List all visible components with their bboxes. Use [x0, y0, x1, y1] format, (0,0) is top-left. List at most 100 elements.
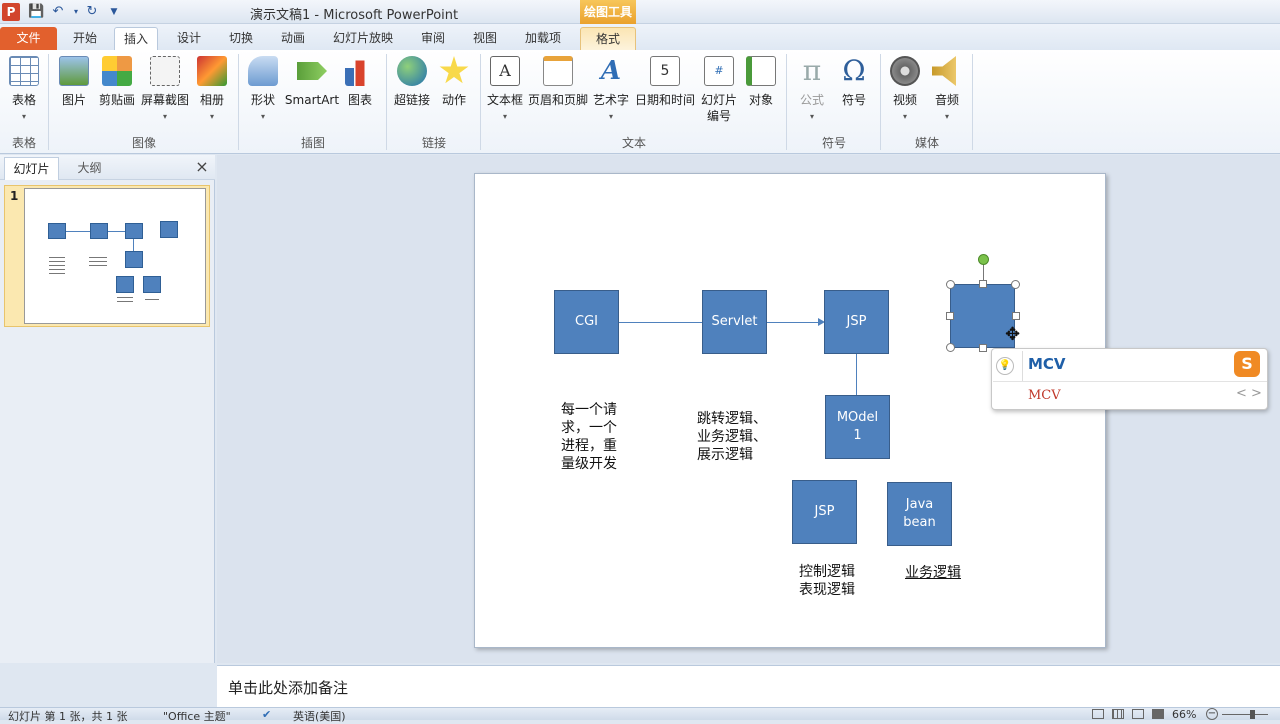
undo-dropdown-icon[interactable]: ▾ — [68, 4, 84, 20]
ime-input-text[interactable]: MCV — [1028, 355, 1066, 373]
close-icon[interactable]: × — [193, 158, 211, 176]
slide-thumbnail[interactable] — [24, 188, 206, 324]
connector-line[interactable] — [619, 322, 703, 323]
resize-handle[interactable] — [946, 312, 954, 320]
zoom-level[interactable]: 66% — [1172, 708, 1196, 721]
globe-link-icon — [397, 56, 427, 86]
tab-view[interactable]: 视图 — [462, 27, 508, 50]
redo-icon[interactable]: ↻ — [84, 4, 100, 20]
tab-slideshow[interactable]: 幻灯片放映 — [322, 27, 404, 50]
date-time-button[interactable]: 5 日期和时间 — [635, 54, 695, 128]
thumb-shape — [116, 276, 134, 293]
thumb-shape — [90, 223, 108, 239]
slideshow-view-icon[interactable] — [1152, 709, 1164, 719]
symbol-button[interactable]: Ω 符号 — [838, 54, 870, 128]
tab-addins[interactable]: 加载项 — [514, 27, 572, 50]
ribbon: 表格 ▾ 表格 图片 剪贴画 屏幕截图 ▾ 相册 ▾ 图像 形状 ▾ Smart… — [0, 50, 1280, 154]
connector-arrow[interactable] — [767, 322, 821, 323]
calendar-icon: 5 — [650, 56, 680, 86]
save-icon[interactable]: 💾 — [28, 4, 44, 20]
tab-format[interactable]: 格式 — [580, 27, 636, 50]
resize-handle[interactable] — [979, 344, 987, 352]
ime-page-nav[interactable]: < > — [1236, 386, 1262, 401]
thumb-shape — [125, 223, 143, 239]
shape-cgi[interactable]: CGI — [554, 290, 619, 354]
chevron-down-icon: ▾ — [902, 112, 907, 121]
smartart-button[interactable]: SmartArt — [285, 54, 339, 128]
chart-button[interactable]: 图表 — [342, 54, 378, 128]
ime-candidate-window: 💡 MCV S MCV < > — [991, 348, 1268, 410]
caption-servlet[interactable]: 跳转逻辑、 业务逻辑、 展示逻辑 — [697, 410, 767, 464]
undo-icon[interactable]: ↶ — [50, 4, 66, 20]
resize-handle[interactable] — [1012, 312, 1020, 320]
speaker-icon — [932, 56, 956, 86]
video-button[interactable]: 视频 ▾ — [888, 54, 922, 128]
language-status[interactable]: 英语(美国) — [293, 708, 346, 724]
powerpoint-app-icon[interactable]: P — [2, 3, 20, 21]
reading-view-icon[interactable] — [1132, 709, 1144, 719]
sogou-logo-icon[interactable]: S — [1234, 351, 1260, 377]
tab-file[interactable]: 文件 — [0, 27, 57, 50]
textbox-icon: A — [490, 56, 520, 86]
shape-jsp-top[interactable]: JSP — [824, 290, 889, 354]
shapes-button[interactable]: 形状 ▾ — [246, 54, 280, 128]
slide-canvas[interactable]: CGI Servlet JSP MOdel 1 JSP Java bean ✥ … — [474, 173, 1106, 648]
customize-toolbar-icon[interactable]: ▼ — [106, 4, 122, 20]
zoom-slider[interactable] — [1222, 714, 1268, 715]
tab-home[interactable]: 开始 — [62, 27, 108, 50]
slide-number-button[interactable]: # 幻灯片 编号 — [700, 54, 738, 128]
chevron-down-icon: ▾ — [944, 112, 949, 121]
resize-handle[interactable] — [946, 343, 955, 352]
table-button[interactable]: 表格 ▾ — [4, 54, 44, 128]
spellcheck-icon[interactable]: ✔ — [262, 708, 271, 721]
action-button[interactable]: 动作 — [438, 54, 470, 128]
object-button[interactable]: 对象 — [746, 54, 776, 128]
tab-slides[interactable]: 幻灯片 — [4, 157, 59, 180]
resize-handle[interactable] — [979, 280, 987, 288]
hyperlink-button[interactable]: 超链接 — [394, 54, 430, 128]
group-label-text: 文本 — [621, 136, 646, 150]
caption-jsp-bottom[interactable]: 控制逻辑 表现逻辑 — [799, 563, 855, 599]
tab-outline[interactable]: 大纲 — [62, 157, 117, 180]
chevron-down-icon: ▾ — [21, 112, 26, 121]
shape-model1[interactable]: MOdel 1 — [825, 395, 890, 459]
move-cursor-icon: ✥ — [1005, 324, 1021, 345]
wordart-icon: A — [600, 56, 622, 86]
zoom-slider-thumb[interactable] — [1250, 710, 1255, 719]
zoom-out-icon[interactable]: − — [1206, 708, 1218, 720]
clipart-icon — [102, 56, 132, 86]
tab-transitions[interactable]: 切换 — [218, 27, 264, 50]
audio-button[interactable]: 音频 ▾ — [930, 54, 964, 128]
slide-sorter-icon[interactable] — [1112, 709, 1124, 719]
lightbulb-icon[interactable]: 💡 — [996, 357, 1014, 375]
notes-pane[interactable]: 单击此处添加备注 — [217, 665, 1280, 707]
clipart-button[interactable]: 剪贴画 — [98, 54, 136, 128]
tab-animations[interactable]: 动画 — [270, 27, 316, 50]
theme-status[interactable]: "Office 主题" — [163, 708, 231, 724]
equation-button[interactable]: π 公式 ▾ — [796, 54, 828, 128]
normal-view-icon[interactable] — [1092, 709, 1104, 719]
tab-design[interactable]: 设计 — [166, 27, 212, 50]
caption-cgi[interactable]: 每一个请 求，一个 进程，重 量级开发 — [561, 401, 617, 473]
textbox-button[interactable]: A 文本框 ▾ — [487, 54, 523, 128]
tab-insert[interactable]: 插入 — [114, 27, 158, 50]
slide-number-icon: # — [704, 56, 734, 86]
resize-handle[interactable] — [946, 280, 955, 289]
picture-button[interactable]: 图片 — [56, 54, 92, 128]
wordart-button[interactable]: A 艺术字 ▾ — [593, 54, 629, 128]
shape-servlet[interactable]: Servlet — [702, 290, 767, 354]
rotation-handle[interactable] — [978, 254, 989, 265]
shape-jsp-bottom[interactable]: JSP — [792, 480, 857, 544]
slides-panel: 幻灯片 大纲 × 1 — [0, 155, 215, 663]
header-footer-button[interactable]: 页眉和页脚 — [528, 54, 588, 128]
photo-album-button[interactable]: 相册 ▾ — [194, 54, 230, 128]
connector-line[interactable] — [856, 354, 857, 395]
notes-placeholder[interactable]: 单击此处添加备注 — [228, 677, 348, 698]
tab-review[interactable]: 审阅 — [410, 27, 456, 50]
omega-icon: Ω — [842, 54, 866, 87]
shape-javabean[interactable]: Java bean — [887, 482, 952, 546]
resize-handle[interactable] — [1011, 280, 1020, 289]
screenshot-button[interactable]: 屏幕截图 ▾ — [141, 54, 189, 128]
ime-candidate[interactable]: MCV — [1028, 388, 1061, 403]
caption-javabean[interactable]: 业务逻辑 — [905, 564, 961, 582]
